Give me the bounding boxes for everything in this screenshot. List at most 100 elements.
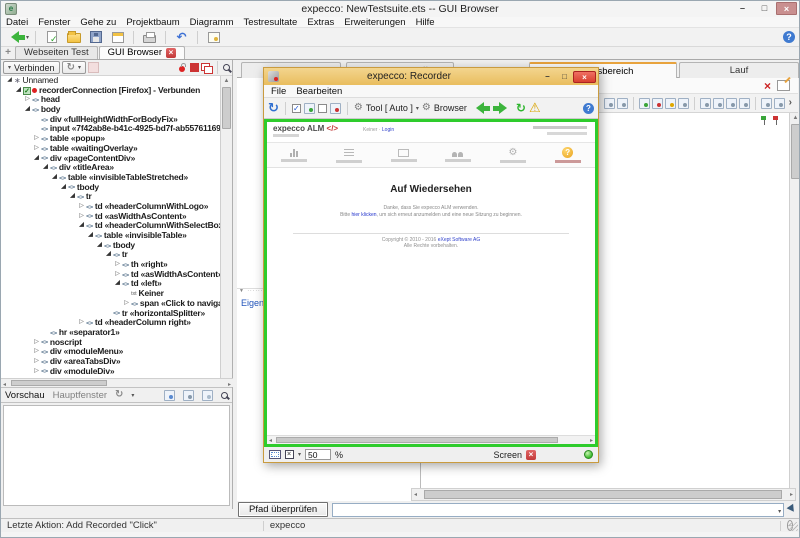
menu-datei[interactable]: Datei [1,17,33,28]
page-tab[interactable] [322,143,377,167]
collapsed-arrow-icon[interactable]: ▷ [32,367,41,377]
expanded-arrow-icon[interactable]: ◢ [50,173,59,183]
sync-icon[interactable]: ↻ [268,102,279,115]
tree-item[interactable]: ◢ <> table «invisibleTableStretched» [1,172,220,183]
print-button[interactable] [140,29,159,46]
collapsed-arrow-icon[interactable]: ▷ [77,212,86,222]
expanded-arrow-icon[interactable]: ◢ [41,163,50,173]
browser-selector[interactable]: Browser [434,103,467,113]
tree-item[interactable]: ▷ <> td «asWidthAsContent» [1,269,220,280]
record-icon[interactable] [176,63,188,72]
collapsed-arrow-icon[interactable]: ▷ [23,95,32,105]
connect-button[interactable]: ▾ Verbinden [3,61,60,74]
recorded-page-view[interactable]: expecco ALM </> Keiner · Login ⚙? Auf Wi… [264,119,598,447]
tree-item[interactable]: ◢ <> tr [1,250,220,260]
expanded-arrow-icon[interactable]: ◢ [113,279,122,289]
page-tab[interactable]: ? [540,143,595,167]
delete-step-icon[interactable] [651,97,663,109]
tree-item[interactable]: <> hr «separator1» [1,327,220,338]
page-tab[interactable]: ⚙ [486,143,541,167]
menu-gehe-zu[interactable]: Gehe zu [75,17,121,28]
sum-icon[interactable] [725,97,737,109]
menu-testresultate[interactable]: Testresultate [238,17,302,28]
select-window-icon[interactable] [183,389,194,401]
path-dropdown-icon[interactable]: ▾ [778,508,781,515]
dock-icon[interactable] [164,389,175,401]
unlink-nodes-icon[interactable] [773,97,785,109]
scrollbar-thumb[interactable] [424,490,782,499]
expanded-arrow-icon[interactable]: ◢ [77,221,86,231]
add-tab-button[interactable]: + [1,46,15,59]
collapsed-arrow-icon[interactable]: ▷ [32,338,41,348]
open-button[interactable] [64,29,83,46]
close-screen-icon[interactable]: × [526,449,536,460]
expanded-arrow-icon[interactable]: ◢ [32,154,41,164]
toolbar-overflow-button[interactable]: › [787,98,794,108]
collapsed-arrow-icon[interactable]: ▷ [113,270,122,280]
tree-item[interactable]: ◢ <> tbody [1,182,220,193]
info-step-icon[interactable] [677,97,689,109]
zoom-mode-icon[interactable] [285,450,294,459]
accept-step-icon[interactable] [638,97,650,109]
refresh-button[interactable]: ↻ ▾ [61,61,86,74]
recorder-maximize-button[interactable]: □ [556,71,573,83]
follow-window-checkbox[interactable] [317,103,327,113]
expanded-arrow-icon[interactable]: ◢ [68,192,77,202]
undo-button[interactable]: ↶ [172,29,191,46]
tab-lauf[interactable]: Lauf [679,62,799,78]
recorder-title-bar[interactable]: expecco: Recorder – □ × [264,68,598,85]
page-horizontal-scrollbar[interactable]: ◂ ▸ [267,435,595,444]
editor-horizontal-scrollbar[interactable]: ◂ ▸ [411,488,796,501]
relogin-link[interactable]: hier klicken [352,212,377,218]
scrollbar-thumb[interactable] [222,87,231,129]
close-node-icon[interactable] [616,97,628,109]
inspect-window-button[interactable] [204,29,223,46]
expanded-arrow-icon[interactable]: ◢ [86,231,95,241]
expanded-arrow-icon[interactable]: ◢ [104,250,113,260]
link-nodes-icon[interactable] [760,97,772,109]
pick-element-icon[interactable] [223,64,230,71]
navigate-back-button[interactable] [470,102,490,114]
menu-erweiterungen[interactable]: Erweiterungen [339,17,410,28]
collapsed-arrow-icon[interactable]: ▷ [32,357,41,367]
zoom-input[interactable] [305,449,332,460]
edit-notes-icon[interactable] [777,80,790,91]
tree-vertical-scrollbar[interactable]: ▲ [220,76,232,378]
menu-projektbaum[interactable]: Projektbaum [121,17,184,28]
page-tab[interactable] [267,143,322,167]
move-left-step-icon[interactable] [699,97,711,109]
search-preview-icon[interactable] [221,391,228,399]
reload-page-icon[interactable]: ↻ [516,102,526,114]
expanded-arrow-icon[interactable]: ◢ [95,241,104,251]
back-button[interactable]: ▾ [5,29,29,46]
recorder-close-button[interactable]: × [573,70,596,83]
expanded-arrow-icon[interactable]: ◢ [14,86,23,96]
expanded-arrow-icon[interactable]: ◢ [5,76,14,86]
breakpoint-red-icon[interactable] [773,116,780,125]
warning-icon[interactable]: ⚠ [529,102,541,115]
editor-vertical-scrollbar[interactable]: ▲ [789,113,799,488]
login-link[interactable]: Login [382,127,394,133]
move-right-step-icon[interactable] [712,97,724,109]
breakpoint-green-icon[interactable] [761,116,768,125]
menu-file[interactable]: File [266,85,291,97]
menu-hilfe[interactable]: Hilfe [411,17,440,28]
open-node-icon[interactable] [603,97,615,109]
recorder-minimize-button[interactable]: – [539,71,556,83]
scrollbar-thumb[interactable] [791,124,799,179]
tab-webseiten-test[interactable]: Webseiten Test [15,46,98,59]
tab-gui-browser[interactable]: GUI Browser × [98,46,185,59]
element-picker-icon[interactable] [788,505,798,515]
minimize-button[interactable]: – [732,2,753,15]
tab-hauptfenster[interactable]: Hauptfenster [53,390,107,401]
stop-icon[interactable] [190,63,199,72]
recorder-help-button[interactable]: ? [583,102,594,114]
collapsed-arrow-icon[interactable]: ▷ [32,347,41,357]
tab-vorschau[interactable]: Vorschau [5,390,45,401]
close-editor-icon[interactable]: × [764,80,771,92]
help-button[interactable]: ? [783,31,795,43]
expanded-arrow-icon[interactable]: ◢ [23,105,32,115]
accept-document-button[interactable] [42,29,61,46]
expanded-arrow-icon[interactable]: ◢ [59,183,68,193]
collapsed-arrow-icon[interactable]: ▷ [32,134,41,144]
